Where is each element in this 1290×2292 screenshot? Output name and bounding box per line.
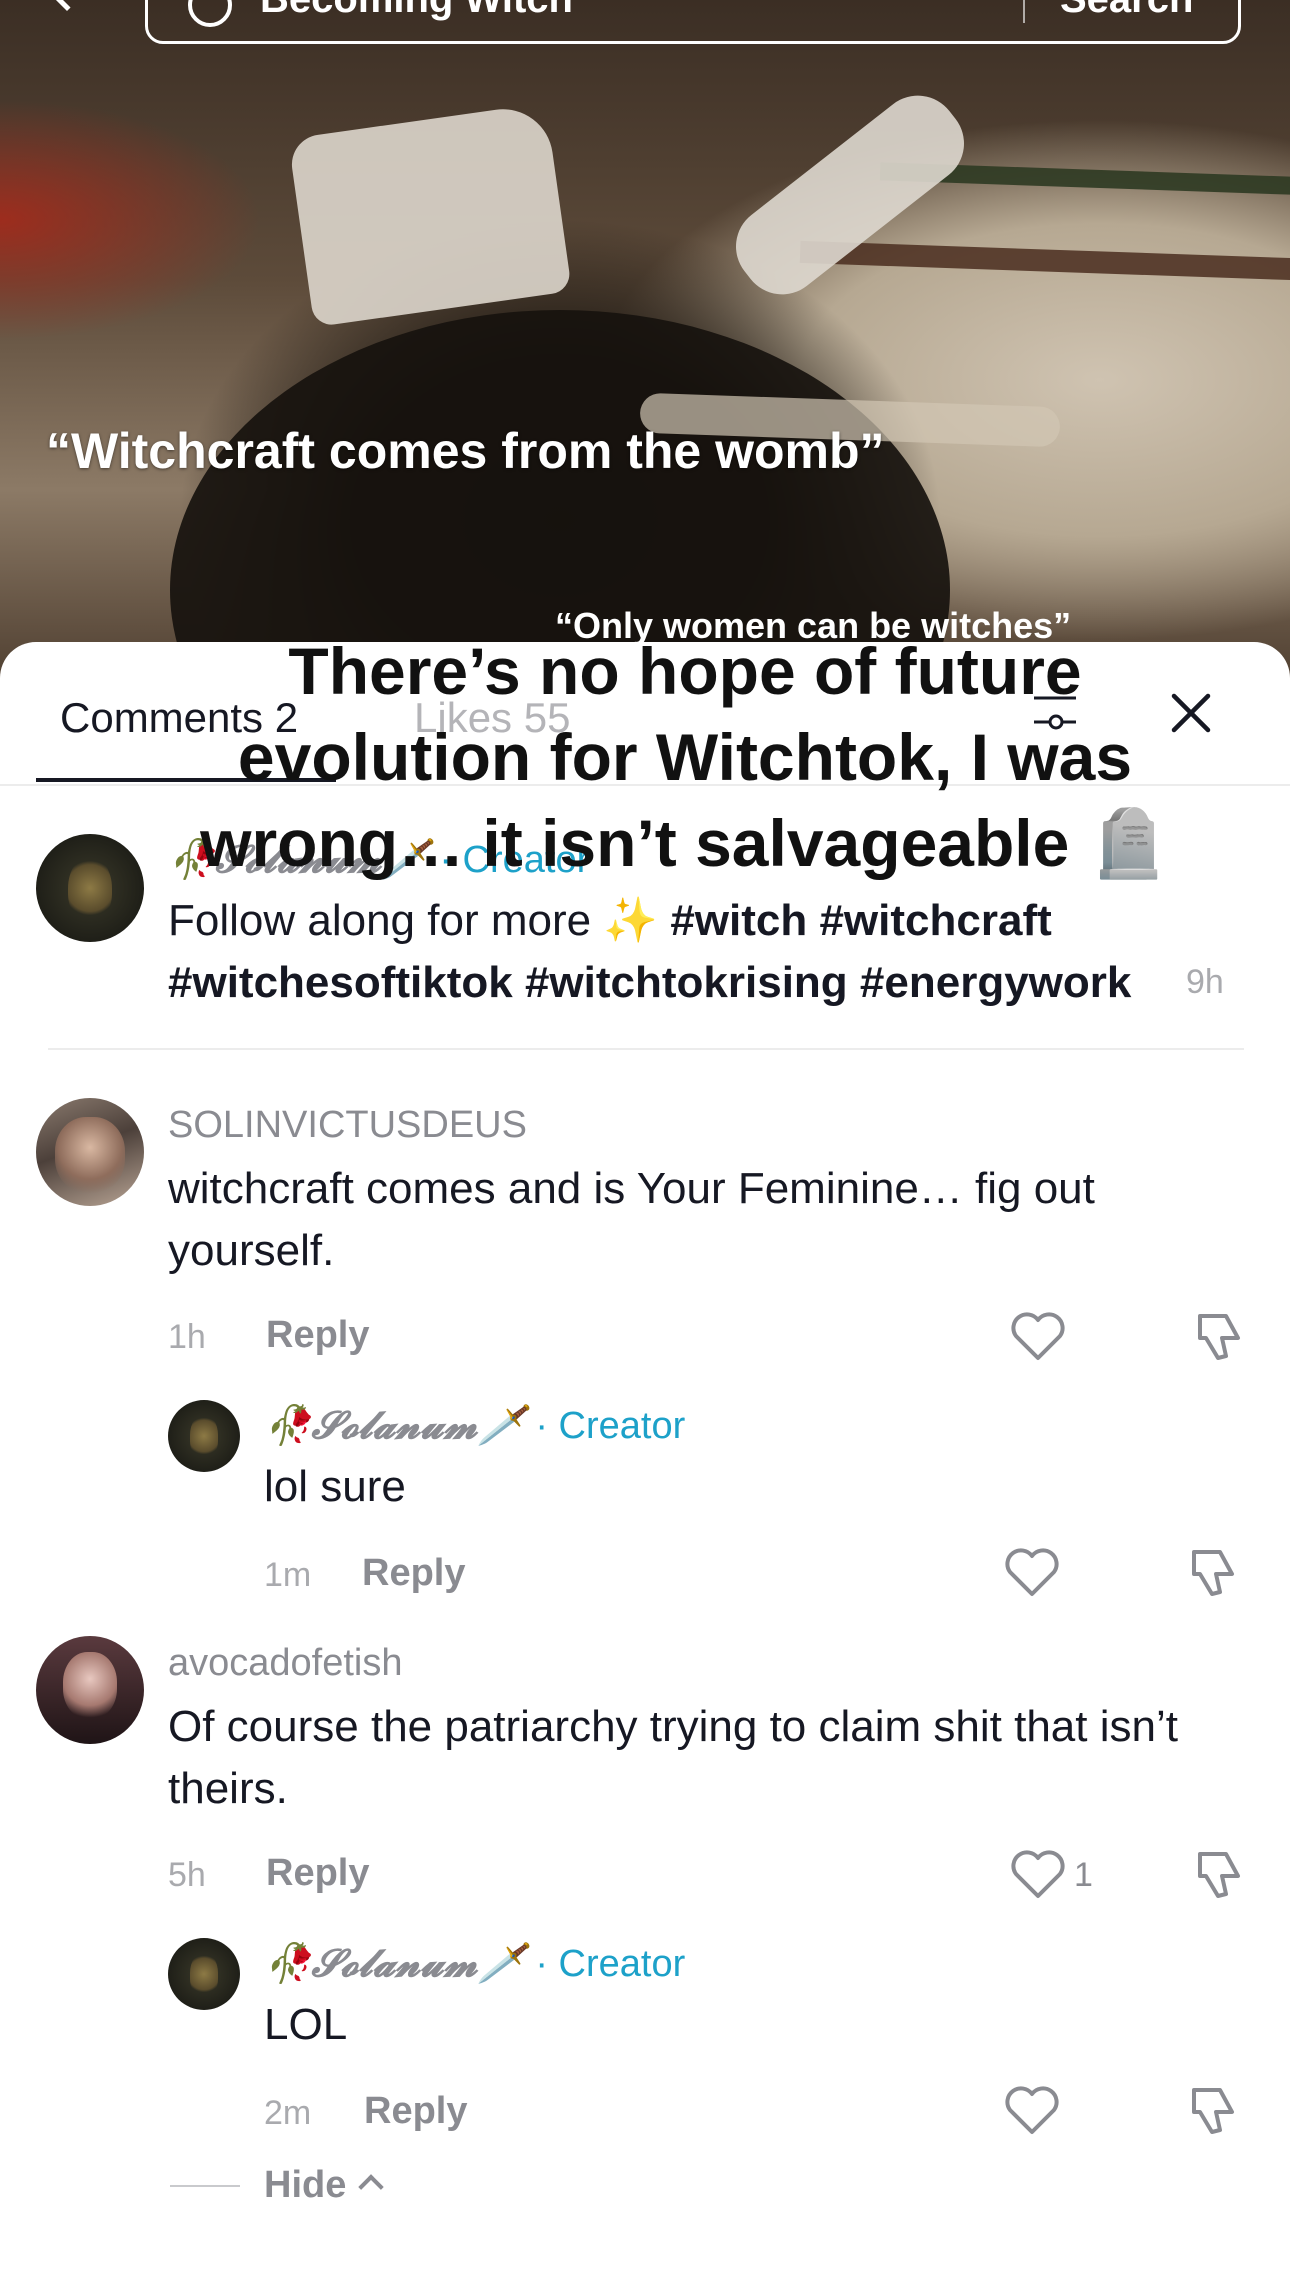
reply-text: lol sure: [264, 1462, 406, 1511]
reply-button[interactable]: Reply: [266, 1852, 369, 1895]
reply-text: LOL: [264, 2000, 348, 2049]
creator-avatar[interactable]: [36, 834, 144, 942]
reply-time: 2m: [264, 2094, 312, 2132]
search-separator: [1023, 0, 1025, 23]
creator-tag: · Creator: [524, 1405, 686, 1447]
heart-icon[interactable]: [1004, 1548, 1060, 1598]
creator-avatar[interactable]: [168, 1400, 240, 1472]
creator-tag: · Creator: [524, 1943, 686, 1985]
video-shelf: [799, 240, 1290, 282]
search-icon: [188, 0, 232, 27]
post-caption-text: Follow along for more ✨: [168, 896, 671, 945]
comment-time: 1h: [168, 1318, 206, 1356]
dislike-icon[interactable]: [1184, 1544, 1240, 1600]
dislike-icon[interactable]: [1190, 1308, 1246, 1364]
comment-time: 5h: [168, 1856, 206, 1894]
video-hat-tip: [719, 79, 981, 311]
reply-author[interactable]: 🥀𝓢𝓸𝓵𝓪𝓷𝓾𝓶🗡️ · Creator: [264, 1402, 685, 1448]
reply-time: 1m: [264, 1556, 312, 1594]
like-count: 1: [1074, 1856, 1093, 1894]
post-time: 9h: [1186, 963, 1224, 1001]
heart-icon[interactable]: [1010, 1850, 1066, 1900]
avatar[interactable]: [36, 1098, 144, 1206]
search-input[interactable]: Becoming Witch: [260, 0, 573, 22]
hide-replies-line: [170, 2185, 240, 2187]
video-caption-main: “Witchcraft comes from the womb”: [46, 423, 885, 479]
reply-button[interactable]: Reply: [364, 2090, 467, 2133]
post-caption: Follow along for more ✨ #witch #witchcra…: [168, 890, 1248, 1014]
heart-icon[interactable]: [1004, 2086, 1060, 2136]
reply-button[interactable]: Reply: [266, 1314, 369, 1357]
video-background[interactable]: Becoming Witch Search “Witchcraft comes …: [0, 0, 1290, 700]
reply-author-name: 🥀𝓢𝓸𝓵𝓪𝓷𝓾𝓶🗡️: [264, 1402, 525, 1447]
dislike-icon[interactable]: [1184, 2082, 1240, 2138]
post-divider: [48, 1048, 1244, 1050]
search-bar[interactable]: Becoming Witch Search: [145, 0, 1241, 44]
hide-replies-button[interactable]: Hide: [264, 2164, 346, 2207]
comment-username[interactable]: avocadofetish: [168, 1642, 403, 1685]
reply-button[interactable]: Reply: [362, 1552, 465, 1595]
comment-username[interactable]: SOLINVICTUSDEUS: [168, 1104, 527, 1147]
creator-avatar[interactable]: [168, 1938, 240, 2010]
back-icon[interactable]: [42, 0, 92, 12]
avatar[interactable]: [36, 1636, 144, 1744]
dislike-icon[interactable]: [1190, 1846, 1246, 1902]
comment-text: Of course the patriarchy trying to claim…: [168, 1702, 1178, 1813]
reply-author-name: 🥀𝓢𝓸𝓵𝓪𝓷𝓾𝓶🗡️: [264, 1940, 525, 1985]
video-hat-brim: [288, 102, 572, 328]
overlay-title: There’s no hope of future evolution for …: [200, 634, 1170, 880]
reply-author[interactable]: 🥀𝓢𝓸𝓵𝓪𝓷𝓾𝓶🗡️ · Creator: [264, 1940, 685, 1986]
search-button[interactable]: Search: [1060, 0, 1193, 22]
heart-icon[interactable]: [1010, 1312, 1066, 1362]
comment-text: witchcraft comes and is Your Feminine… f…: [168, 1164, 1095, 1275]
